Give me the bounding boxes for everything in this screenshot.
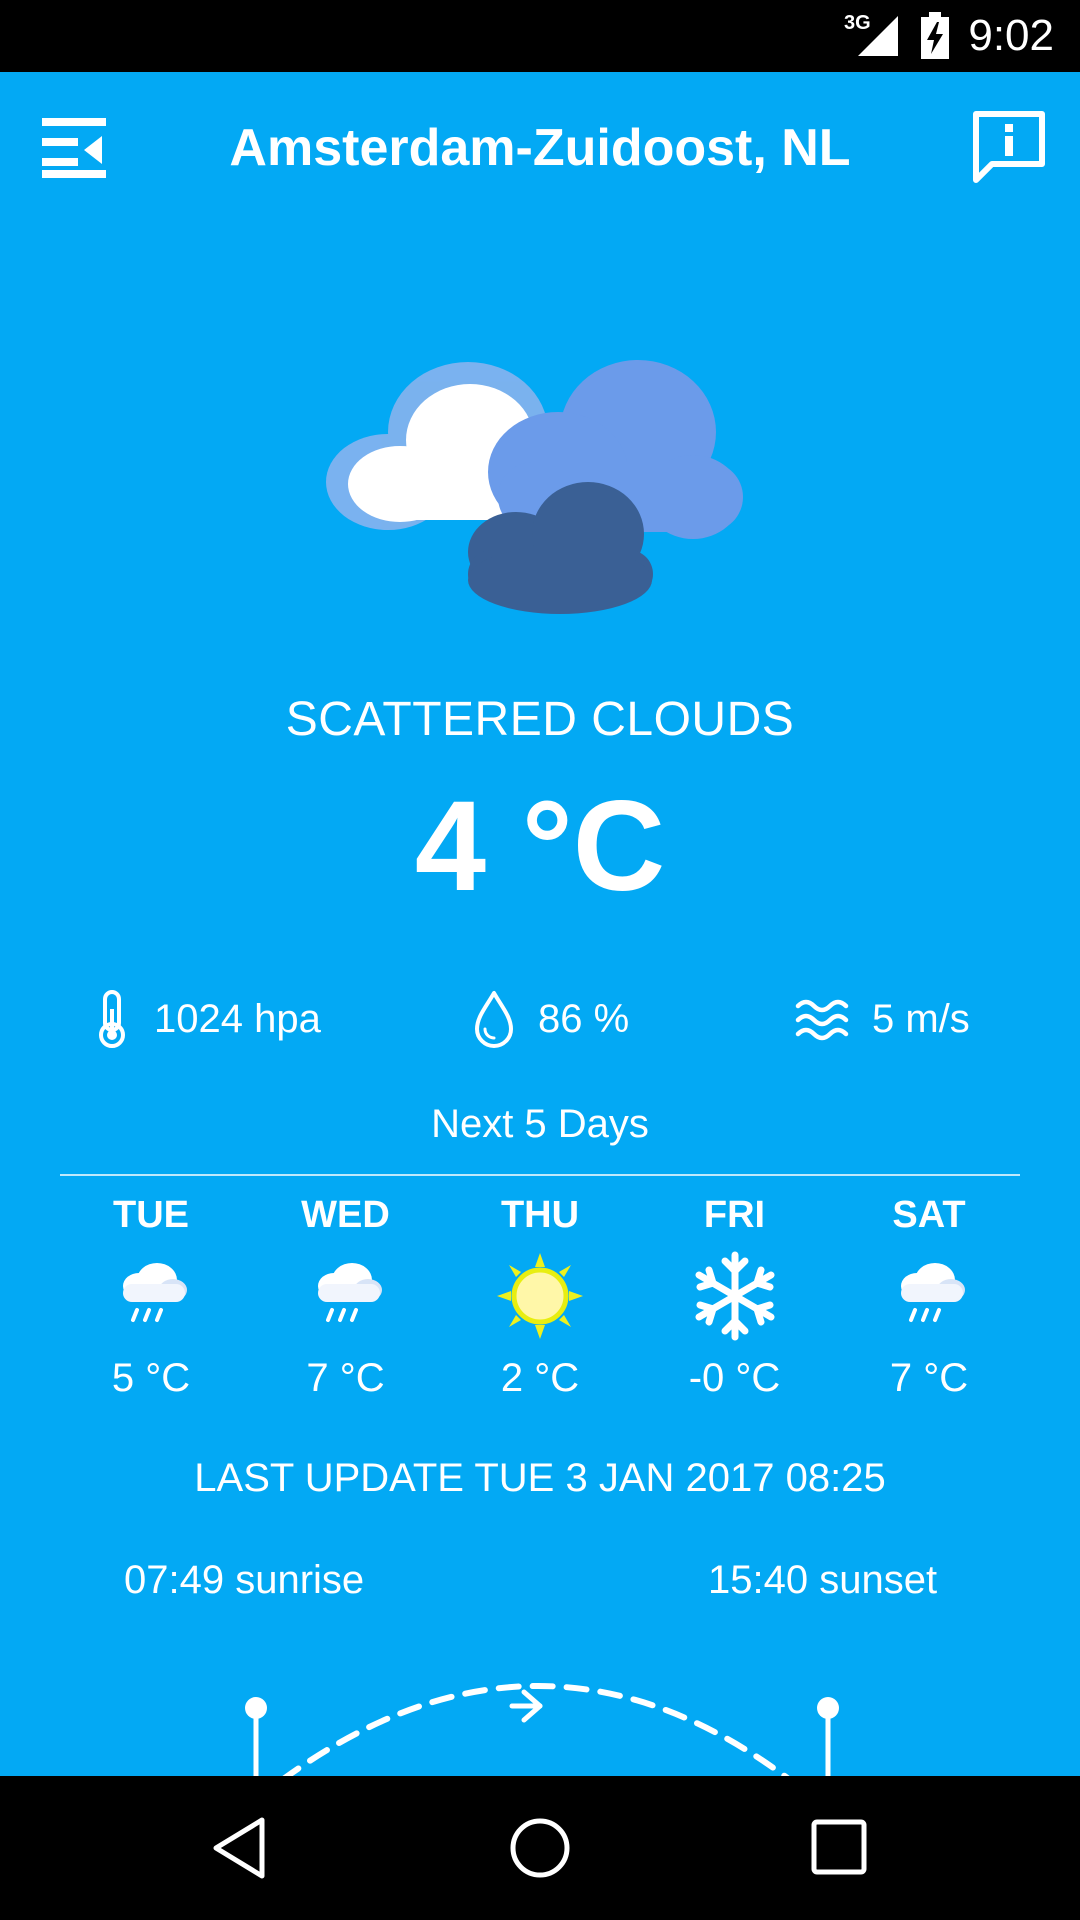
sun-path-arc — [245, 1683, 839, 1776]
forecast-day-name: THU — [500, 1194, 580, 1236]
forecast-day-name: TUE — [113, 1194, 189, 1236]
rain-cloud-icon — [123, 1263, 187, 1322]
city-title: Amsterdam-Zuidoost, NL — [229, 119, 851, 177]
forecast-day-sat: SAT 7 °C — [832, 1190, 1026, 1408]
battery-charging-icon — [921, 12, 949, 59]
forecast-temp: -0 °C — [688, 1356, 781, 1400]
forecast-temp: 7 °C — [306, 1356, 385, 1400]
info-button[interactable] — [970, 108, 1048, 186]
last-update-text: LAST UPDATE TUE 3 JAN 2017 08:25 — [194, 1456, 886, 1500]
app-screen: 3G 9:02 Amsterdam-Zuidoost, NL SCATTERED… — [0, 0, 1080, 1920]
pressure-value: 1024 hpa — [154, 997, 321, 1041]
forecast-temp: 2 °C — [500, 1356, 580, 1400]
forecast-temp: 7 °C — [889, 1356, 969, 1400]
forecast-day-name: FRI — [703, 1194, 766, 1236]
sunset-label: 15:40 sunset — [708, 1558, 938, 1602]
clock: 9:02 — [968, 11, 1054, 60]
back-icon — [213, 1817, 265, 1879]
water-drop-icon — [475, 991, 513, 1048]
rain-cloud-icon — [317, 1263, 382, 1322]
forecast-day-tue: TUE 5 °C — [54, 1190, 248, 1408]
humidity-stat: 86 % — [472, 984, 629, 1054]
forecast-day-wed: WED 7 °C — [249, 1190, 443, 1408]
status-bar: 3G 9:02 — [0, 0, 1080, 72]
rain-cloud-icon — [901, 1263, 965, 1322]
weather-condition: SCATTERED CLOUDS — [285, 693, 795, 746]
sunrise-label: 07:49 sunrise — [124, 1558, 365, 1602]
menu-button[interactable] — [40, 112, 112, 184]
menu-icon — [42, 118, 106, 178]
pressure-stat: 1024 hpa — [92, 984, 321, 1054]
forecast-day-name: WED — [301, 1194, 390, 1236]
sun-icon — [497, 1253, 583, 1339]
wind-value: 5 m/s — [872, 997, 970, 1041]
home-icon — [510, 1818, 570, 1878]
forecast-day-name: SAT — [892, 1194, 966, 1236]
snowflake-icon — [695, 1251, 774, 1341]
forecast-day-fri: FRI -0 °C — [638, 1190, 832, 1408]
forecast-divider — [60, 1174, 1020, 1176]
forecast-temp: 5 °C — [111, 1356, 191, 1400]
wind-icon — [795, 999, 849, 1041]
forecast-list: TUE 5 °C WED 7 °C THU 2 °C FRI -0 °C SAT… — [54, 1190, 1026, 1408]
wind-stat: 5 m/s — [794, 984, 970, 1054]
current-temperature: 4 °C — [414, 775, 666, 918]
recent-apps-button[interactable] — [804, 1812, 876, 1884]
recent-apps-icon — [811, 1819, 867, 1875]
weather-main: Amsterdam-Zuidoost, NL SCATTERED CLOUDS … — [0, 72, 1080, 1776]
forecast-day-thu: THU 2 °C — [443, 1190, 637, 1408]
signal-icon — [858, 16, 898, 56]
navigation-bar — [0, 1776, 1080, 1920]
home-button[interactable] — [504, 1812, 576, 1884]
scattered-clouds-icon — [326, 360, 743, 614]
info-icon — [973, 111, 1045, 183]
forecast-title: Next 5 Days — [431, 1102, 649, 1146]
humidity-value: 86 % — [538, 997, 630, 1041]
thermometer-icon — [99, 990, 125, 1048]
back-button[interactable] — [204, 1812, 276, 1884]
